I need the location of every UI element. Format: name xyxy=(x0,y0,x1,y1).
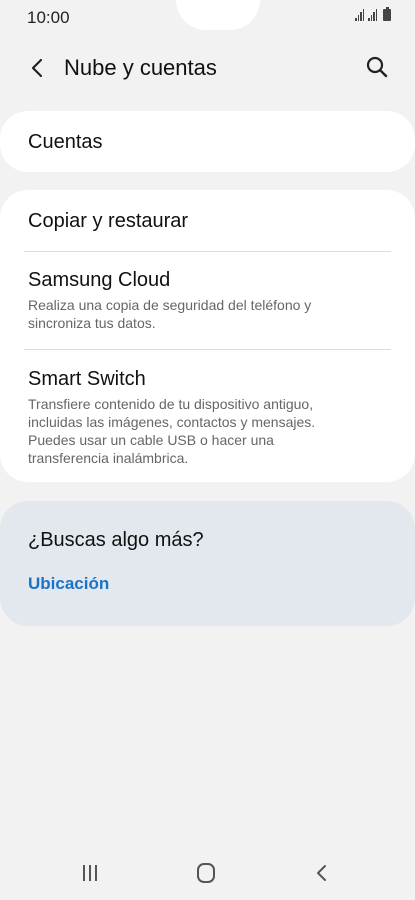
battery-icon xyxy=(383,7,391,21)
status-icons xyxy=(355,7,391,21)
samsung-cloud-item[interactable]: Samsung Cloud Realiza una copia de segur… xyxy=(0,252,415,348)
backup-restore-title: Copiar y restaurar xyxy=(28,210,189,232)
suggestions-card: ¿Buscas algo más? Ubicación xyxy=(0,501,415,626)
page-title: Nube y cuentas xyxy=(64,55,217,80)
samsung-cloud-description: Realiza una copia de seguridad del teléf… xyxy=(28,297,312,331)
navigation-bar xyxy=(0,848,415,900)
back-button[interactable] xyxy=(24,54,52,82)
back-icon xyxy=(317,865,326,881)
home-icon xyxy=(197,863,215,883)
signal-icon xyxy=(368,9,377,21)
smart-switch-item[interactable]: Smart Switch Transfiere contenido de tu … xyxy=(0,350,415,480)
search-icon xyxy=(366,56,388,78)
status-time: 10:00 xyxy=(27,8,70,27)
chevron-left-icon xyxy=(31,58,43,78)
smart-switch-title: Smart Switch xyxy=(28,368,146,390)
accounts-item-title: Cuentas xyxy=(28,131,103,153)
search-button[interactable] xyxy=(363,53,391,81)
recents-icon xyxy=(83,865,97,881)
status-bar: 10:00 xyxy=(0,0,415,34)
location-link[interactable]: Ubicación xyxy=(28,574,109,594)
home-button[interactable] xyxy=(192,860,220,886)
smart-switch-description: Transfiere contenido de tu dispositivo a… xyxy=(28,396,316,466)
samsung-cloud-title: Samsung Cloud xyxy=(28,269,171,291)
backup-card: Copiar y restaurar Samsung Cloud Realiza… xyxy=(0,190,415,482)
suggestions-title: ¿Buscas algo más? xyxy=(28,529,204,551)
accounts-item[interactable]: Cuentas xyxy=(0,111,415,172)
camera-notch xyxy=(176,0,260,30)
signal-icon xyxy=(355,9,364,21)
back-nav-button[interactable] xyxy=(308,860,336,886)
backup-restore-item[interactable]: Copiar y restaurar xyxy=(0,190,415,250)
app-bar: Nube y cuentas xyxy=(0,48,415,88)
recents-button[interactable] xyxy=(76,860,104,886)
